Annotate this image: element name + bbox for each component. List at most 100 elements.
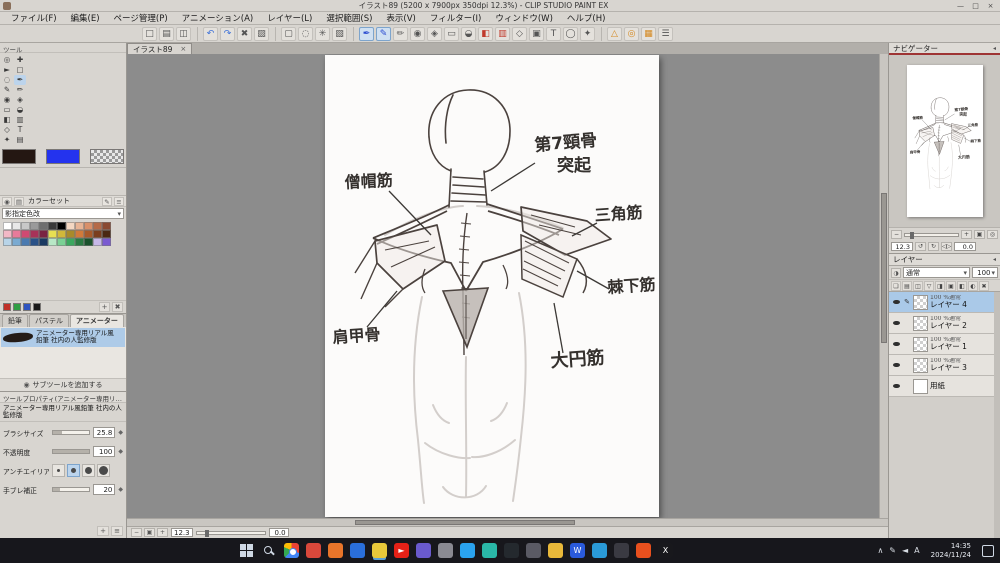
start-button[interactable] (238, 543, 254, 559)
navigator-preview-area[interactable] (889, 55, 1000, 227)
reddit-icon[interactable] (636, 543, 651, 558)
new-folder-icon[interactable]: ▤ (902, 280, 912, 291)
frame-tool-icon[interactable]: ▣ (529, 26, 544, 41)
zoom-100-icon[interactable]: ◎ (987, 230, 998, 239)
clip-studio-paint-icon[interactable] (372, 543, 387, 558)
color-swatch[interactable] (102, 222, 111, 230)
color-swatch[interactable] (75, 238, 84, 246)
edge-icon[interactable] (592, 543, 607, 558)
teal-app-icon[interactable] (482, 543, 497, 558)
property-slider[interactable] (52, 430, 91, 436)
menu-item[interactable]: レイヤー(L) (260, 12, 319, 24)
add-subtool-button[interactable]: ◉ サブツールを追加する (0, 378, 126, 391)
gradient-tool-icon[interactable]: ▥ (495, 26, 510, 41)
slider-handle[interactable] (204, 529, 209, 537)
layer-row[interactable]: ✎ 100 %通常 レイヤー 4 (889, 292, 1000, 313)
lock-layer-icon[interactable]: ▣ (946, 280, 956, 291)
registered-color-swatch[interactable] (3, 303, 11, 311)
color-swatch[interactable] (12, 222, 21, 230)
layer-thumbnail[interactable] (913, 357, 928, 373)
material-palette-icon[interactable]: ☰ (658, 26, 673, 41)
select-rectangle-icon[interactable]: ▢ (281, 26, 296, 41)
navigator-zoom-value[interactable]: 12.3 (891, 242, 913, 251)
color-swatch[interactable] (66, 222, 75, 230)
eyedropper-tool[interactable]: ✦ (1, 135, 13, 145)
eraser-tool[interactable]: ▭ (1, 105, 13, 115)
tray-expand-icon[interactable]: ∧ (877, 546, 883, 555)
color-swatch[interactable] (93, 230, 102, 238)
chrome-icon[interactable] (284, 543, 299, 558)
color-set-preset-dropdown[interactable]: 影指定色改 ▾ (2, 208, 124, 219)
figure-tool-icon[interactable]: ◇ (512, 26, 527, 41)
minimize-button[interactable]: — (953, 1, 968, 11)
selection-tool[interactable]: ▢ (14, 65, 26, 75)
steam-icon[interactable] (438, 543, 453, 558)
explorer-icon[interactable] (548, 543, 563, 558)
color-swatch[interactable] (48, 238, 57, 246)
color-swatch[interactable] (57, 230, 66, 238)
stepper-icon[interactable]: ◆ (118, 486, 123, 493)
edit-colorset-icon[interactable]: ✎ (102, 196, 112, 206)
grid-icon[interactable]: ▦ (641, 26, 656, 41)
navigator-zoom-slider[interactable] (904, 231, 959, 239)
navigator-zoom-in-icon[interactable]: + (961, 230, 972, 239)
layer-row[interactable]: 100 %通常 レイヤー 1 (889, 334, 1000, 355)
canvas-viewport[interactable]: 僧帽筋 第7頸骨 突起 三角筋 棘下筋 肩甲骨 大円筋 (127, 54, 888, 518)
eraser-tool-icon[interactable]: ▭ (444, 26, 459, 41)
color-swatch[interactable] (84, 238, 93, 246)
tray-pen-icon[interactable]: ✎ (889, 546, 896, 555)
duplicate-layer-icon[interactable]: ◫ (913, 280, 923, 291)
color-slider-tab-icon[interactable]: ▤ (14, 196, 24, 206)
color-swatch[interactable] (30, 238, 39, 246)
color-swatch[interactable] (75, 222, 84, 230)
pattern-color-swatch[interactable] (90, 149, 124, 164)
lasso-tool[interactable]: ◌ (1, 75, 13, 85)
layer-list-scrollbar[interactable] (994, 292, 1000, 538)
stepper-icon[interactable]: ◆ (118, 429, 123, 436)
rotate-left-icon[interactable]: ↺ (915, 242, 926, 251)
antialias-option[interactable] (97, 464, 110, 478)
color-swatch[interactable] (84, 222, 93, 230)
slider-handle[interactable] (910, 231, 915, 239)
mail-app-icon[interactable] (306, 543, 321, 558)
color-swatch[interactable] (3, 222, 12, 230)
canvas-zoom-value[interactable]: 12.3 (171, 528, 193, 537)
layer-thumbnail[interactable] (913, 378, 928, 394)
new-layer-icon[interactable]: ❏ (891, 280, 901, 291)
color-swatch[interactable] (66, 238, 75, 246)
color-swatch[interactable] (21, 230, 30, 238)
discord-icon[interactable] (416, 543, 431, 558)
action-center-icon[interactable] (982, 544, 994, 557)
menu-item[interactable]: ファイル(F) (4, 12, 64, 24)
save-icon[interactable]: ◫ (176, 26, 191, 41)
color-swatch[interactable] (21, 222, 30, 230)
color-swatch[interactable] (39, 230, 48, 238)
snap-ruler-icon[interactable]: △ (607, 26, 622, 41)
layer-row[interactable]: 用紙 (889, 376, 1000, 397)
layer-opacity-field[interactable]: 100 ▾ (972, 267, 998, 278)
menu-item[interactable]: 表示(V) (379, 12, 422, 24)
menu-item[interactable]: ページ管理(P) (107, 12, 175, 24)
zoom-tool[interactable]: ◎ (1, 55, 13, 65)
subtool-item[interactable]: アニメーター専用リアル風鉛筆 社内の人監修版 (1, 328, 125, 347)
property-value[interactable]: 100 (93, 446, 116, 458)
color-swatch[interactable] (48, 230, 57, 238)
menu-item[interactable]: アニメーション(A) (175, 12, 261, 24)
canvas-rotate-value[interactable]: 0.0 (268, 528, 289, 537)
fit-to-window-icon[interactable]: ▣ (974, 230, 985, 239)
visibility-eye-icon[interactable] (891, 320, 901, 326)
maximize-button[interactable]: □ (968, 1, 983, 11)
twitter-icon[interactable] (460, 543, 475, 558)
rotate-right-icon[interactable]: ↻ (928, 242, 939, 251)
flip-horizontal-icon[interactable]: ◁▷ (941, 242, 952, 251)
registered-color-swatch[interactable] (33, 303, 41, 311)
contacts-icon[interactable] (526, 543, 541, 558)
fill-selection-icon[interactable]: ▨ (254, 26, 269, 41)
document-close-icon[interactable]: × (180, 45, 186, 53)
figure-tool[interactable]: ◇ (1, 125, 13, 135)
color-swatch[interactable] (3, 238, 12, 246)
menu-item[interactable]: フィルター(I) (423, 12, 488, 24)
eyedropper-tool-icon[interactable]: ✦ (580, 26, 595, 41)
document-tab[interactable]: イラスト89 × (127, 43, 193, 54)
vertical-scrollbar-thumb[interactable] (881, 193, 887, 344)
